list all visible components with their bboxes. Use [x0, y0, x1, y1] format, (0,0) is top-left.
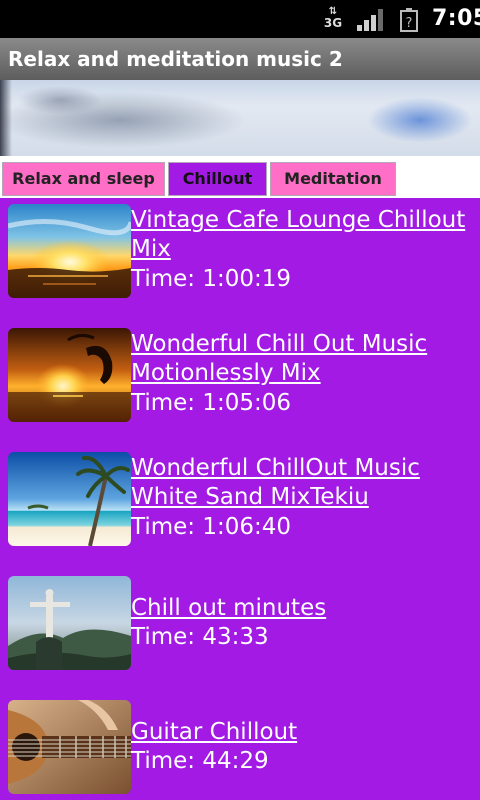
ad-banner-image	[0, 80, 480, 156]
app-title: Relax and meditation music 2	[8, 47, 343, 71]
track-title-link[interactable]: Chill out minutes	[131, 594, 471, 623]
list-item[interactable]: Vintage Cafe Lounge Chillout Mix Time: 1…	[0, 204, 480, 324]
ad-banner[interactable]	[0, 80, 480, 156]
network-3g-icon: ⇅ 3G	[323, 6, 343, 30]
list-item[interactable]: Guitar Chillout Time: 44:29	[0, 700, 480, 800]
christ-redeemer-thumb[interactable]	[8, 576, 131, 670]
track-list: Vintage Cafe Lounge Chillout Mix Time: 1…	[0, 198, 480, 800]
title-bar: Relax and meditation music 2	[0, 38, 480, 81]
list-item[interactable]: Wonderful Chill Out Music Motionlessly M…	[0, 328, 480, 448]
svg-text:?: ?	[406, 16, 413, 31]
status-time: 7:05	[432, 6, 480, 31]
list-item[interactable]: Wonderful ChillOut Music White Sand MixT…	[0, 452, 480, 572]
track-title-link[interactable]: Wonderful ChillOut Music White Sand MixT…	[131, 454, 471, 512]
tab-relax-and-sleep[interactable]: Relax and sleep	[2, 162, 165, 196]
tab-bar: Relax and sleep Chillout Meditation	[0, 156, 480, 198]
track-duration: Time: 1:00:19	[131, 266, 292, 292]
tab-chillout[interactable]: Chillout	[168, 162, 267, 196]
ad-banner-edge	[0, 80, 12, 156]
sunset-ocean-thumb[interactable]	[8, 204, 131, 298]
track-duration: Time: 1:05:06	[131, 390, 292, 416]
track-duration: Time: 1:06:40	[131, 514, 292, 540]
track-title-link[interactable]: Wonderful Chill Out Music Motionlessly M…	[131, 330, 471, 388]
network-type: 3G	[323, 16, 343, 30]
guitar-thumb[interactable]	[8, 700, 131, 794]
track-duration: Time: 43:33	[131, 624, 269, 650]
dolphin-sunset-thumb[interactable]	[8, 328, 131, 422]
track-title-link[interactable]: Guitar Chillout	[131, 718, 471, 747]
list-item[interactable]: Chill out minutes Time: 43:33	[0, 576, 480, 696]
battery-unknown-icon: ?	[400, 8, 418, 32]
signal-bars-icon	[357, 9, 383, 31]
track-title-link[interactable]: Vintage Cafe Lounge Chillout Mix	[131, 206, 471, 264]
track-duration: Time: 44:29	[131, 748, 269, 774]
palm-beach-thumb[interactable]	[8, 452, 131, 546]
tab-meditation[interactable]: Meditation	[270, 162, 396, 196]
app-screen: ⇅3G ? 7:05 Relax and meditation music 2 …	[0, 0, 480, 800]
status-bar: ⇅3G ? 7:05	[0, 0, 480, 38]
